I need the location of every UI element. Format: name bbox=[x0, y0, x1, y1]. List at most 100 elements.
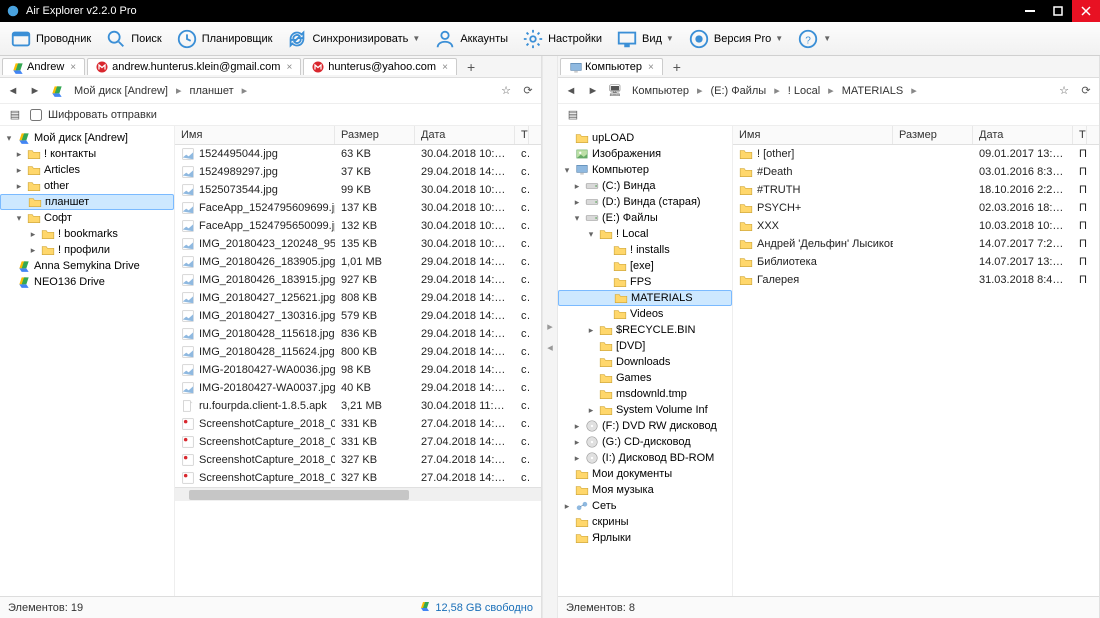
tree-node[interactable]: upLOAD bbox=[558, 130, 732, 146]
right-breadcrumb[interactable]: Компьютер▸(E:) Файлы▸! Local▸MATERIALS▸ bbox=[628, 83, 1051, 99]
tree-node[interactable]: Мои документы bbox=[558, 466, 732, 482]
breadcrumb-segment[interactable]: планшет bbox=[185, 83, 237, 99]
expand-icon[interactable]: ▸ bbox=[14, 149, 24, 160]
expand-icon[interactable]: ▸ bbox=[586, 325, 596, 336]
expand-icon[interactable]: ▸ bbox=[572, 437, 582, 448]
account-tab[interactable]: Andrew× bbox=[2, 58, 85, 75]
file-row[interactable]: IMG-20180427-WA0037.jpg40 KB29.04.2018 1… bbox=[175, 379, 541, 397]
explorer-button[interactable]: Проводник bbox=[4, 26, 97, 52]
expand-icon[interactable]: ▸ bbox=[586, 405, 596, 416]
file-row[interactable]: IMG_20180426_183905.jpg1,01 MB29.04.2018… bbox=[175, 253, 541, 271]
file-row[interactable]: IMG_20180427_130316.jpg579 KB29.04.2018 … bbox=[175, 307, 541, 325]
tree-node[interactable]: ▸Articles bbox=[0, 162, 174, 178]
file-row[interactable]: 1525073544.jpg99 KB30.04.2018 10:36:47с bbox=[175, 181, 541, 199]
expand-icon[interactable]: ▾ bbox=[586, 229, 596, 240]
tree-node[interactable]: MATERIALS bbox=[558, 290, 732, 306]
right-filelist[interactable]: ИмяРазмерДатаТ ! [other]09.01.2017 13:10… bbox=[733, 126, 1099, 596]
view-mode-button[interactable]: ▤ bbox=[564, 106, 582, 124]
pro-version-button[interactable]: Версия Pro▼ bbox=[682, 26, 789, 52]
tree-node[interactable]: Games bbox=[558, 370, 732, 386]
expand-icon[interactable]: ▸ bbox=[14, 165, 24, 176]
back-button[interactable]: ◄ bbox=[562, 82, 580, 100]
settings-button[interactable]: Настройки bbox=[516, 26, 608, 52]
tree-node[interactable]: Videos bbox=[558, 306, 732, 322]
back-button[interactable]: ◄ bbox=[4, 82, 22, 100]
file-row[interactable]: IMG_20180427_125621.jpg808 KB29.04.2018 … bbox=[175, 289, 541, 307]
tree-node[interactable]: Downloads bbox=[558, 354, 732, 370]
tree-node[interactable]: ▾(E:) Файлы bbox=[558, 210, 732, 226]
star-button[interactable]: ☆ bbox=[497, 82, 515, 100]
tree-node[interactable]: Anna Semykina Drive bbox=[0, 258, 174, 274]
tree-node[interactable]: [DVD] bbox=[558, 338, 732, 354]
file-row[interactable]: FaceApp_1524795650099.jpg132 KB30.04.201… bbox=[175, 217, 541, 235]
tree-node[interactable]: ▸System Volume Inf bbox=[558, 402, 732, 418]
tree-node[interactable]: ▾! Local bbox=[558, 226, 732, 242]
column-header[interactable]: Размер bbox=[335, 126, 415, 144]
refresh-button[interactable]: ⟳ bbox=[519, 82, 537, 100]
file-row[interactable]: IMG_20180428_115624.jpg800 KB29.04.2018 … bbox=[175, 343, 541, 361]
pane-divider[interactable]: ▸ ◂ bbox=[542, 56, 558, 618]
file-row[interactable]: IMG_20180423_120248_959.jpg135 KB30.04.2… bbox=[175, 235, 541, 253]
file-row[interactable]: IMG_20180426_183915.jpg927 KB29.04.2018 … bbox=[175, 271, 541, 289]
close-tab-icon[interactable]: × bbox=[442, 62, 448, 73]
tree-node[interactable]: msdownld.tmp bbox=[558, 386, 732, 402]
breadcrumb-segment[interactable]: ! Local bbox=[784, 83, 824, 99]
tree-node[interactable]: ▸! профили bbox=[0, 242, 174, 258]
file-row[interactable]: 1524495044.jpg63 KB30.04.2018 10:39:22с bbox=[175, 145, 541, 163]
expand-icon[interactable]: ▸ bbox=[572, 181, 582, 192]
tree-node[interactable]: ▾Мой диск [Andrew] bbox=[0, 130, 174, 146]
search-button[interactable]: Поиск bbox=[99, 26, 167, 52]
tree-node[interactable]: ▾Компьютер bbox=[558, 162, 732, 178]
refresh-button[interactable]: ⟳ bbox=[1077, 82, 1095, 100]
sync-button[interactable]: Синхронизировать▼ bbox=[280, 26, 426, 52]
file-row[interactable]: #Death03.01.2016 8:30:52П bbox=[733, 163, 1099, 181]
file-row[interactable]: ScreenshotCapture_2018_04_2...327 KB27.0… bbox=[175, 469, 541, 487]
tree-node[interactable]: Изображения bbox=[558, 146, 732, 162]
file-row[interactable]: IMG-20180427-WA0036.jpg98 KB29.04.2018 1… bbox=[175, 361, 541, 379]
expand-icon[interactable]: ▾ bbox=[14, 213, 24, 224]
file-row[interactable]: ! [other]09.01.2017 13:10:03П bbox=[733, 145, 1099, 163]
accounts-button[interactable]: Аккаунты bbox=[428, 26, 514, 52]
tree-node[interactable]: ▸other bbox=[0, 178, 174, 194]
expand-icon[interactable]: ▸ bbox=[28, 245, 38, 256]
tree-node[interactable]: ▸(D:) Винда (старая) bbox=[558, 194, 732, 210]
new-tab-button[interactable]: + bbox=[665, 59, 689, 75]
expand-icon[interactable]: ▾ bbox=[562, 165, 572, 176]
file-row[interactable]: Галерея31.03.2018 8:42:53П bbox=[733, 271, 1099, 289]
expand-icon[interactable]: ▸ bbox=[572, 421, 582, 432]
maximize-button[interactable] bbox=[1044, 0, 1072, 22]
view-button[interactable]: Вид▼ bbox=[610, 26, 680, 52]
file-row[interactable]: ScreenshotCapture_2018_04_2...331 KB27.0… bbox=[175, 415, 541, 433]
minimize-button[interactable] bbox=[1016, 0, 1044, 22]
tree-node[interactable]: ▸(C:) Винда bbox=[558, 178, 732, 194]
column-header[interactable]: Т bbox=[1073, 126, 1087, 144]
encrypt-checkbox[interactable] bbox=[30, 109, 42, 121]
account-tab[interactable]: andrew.hunterus.klein@gmail.com× bbox=[87, 58, 301, 75]
expand-icon[interactable]: ▾ bbox=[4, 133, 14, 144]
column-header[interactable]: Дата bbox=[415, 126, 515, 144]
file-row[interactable]: Библиотека14.07.2017 13:00:36П bbox=[733, 253, 1099, 271]
account-tab[interactable]: Компьютер× bbox=[560, 58, 663, 75]
column-header[interactable]: Имя bbox=[733, 126, 893, 144]
close-button[interactable] bbox=[1072, 0, 1100, 22]
expand-icon[interactable]: ▸ bbox=[14, 181, 24, 192]
tree-node[interactable]: [exe] bbox=[558, 258, 732, 274]
tree-node[interactable]: ! installs bbox=[558, 242, 732, 258]
tree-node[interactable]: ▾Софт bbox=[0, 210, 174, 226]
tree-node[interactable]: ▸Сеть bbox=[558, 498, 732, 514]
file-row[interactable]: IMG_20180428_115618.jpg836 KB29.04.2018 … bbox=[175, 325, 541, 343]
expand-icon[interactable]: ▸ bbox=[572, 453, 582, 464]
right-tree[interactable]: upLOADИзображения▾Компьютер▸(C:) Винда▸(… bbox=[558, 126, 733, 596]
column-header[interactable]: Дата bbox=[973, 126, 1073, 144]
tree-node[interactable]: Ярлыки bbox=[558, 530, 732, 546]
transfer-right-icon[interactable]: ▸ bbox=[547, 320, 553, 333]
column-header[interactable]: Т bbox=[515, 126, 529, 144]
forward-button[interactable]: ► bbox=[584, 82, 602, 100]
file-row[interactable]: XXX10.03.2018 10:15:45П bbox=[733, 217, 1099, 235]
file-row[interactable]: FaceApp_1524795609699.jpg137 KB30.04.201… bbox=[175, 199, 541, 217]
breadcrumb-segment[interactable]: Компьютер bbox=[628, 83, 693, 99]
expand-icon[interactable]: ▸ bbox=[562, 501, 572, 512]
horizontal-scrollbar[interactable] bbox=[175, 487, 541, 501]
file-row[interactable]: ru.fourpda.client-1.8.5.apk3,21 MB30.04.… bbox=[175, 397, 541, 415]
help-button[interactable]: ?▼ bbox=[791, 26, 837, 52]
